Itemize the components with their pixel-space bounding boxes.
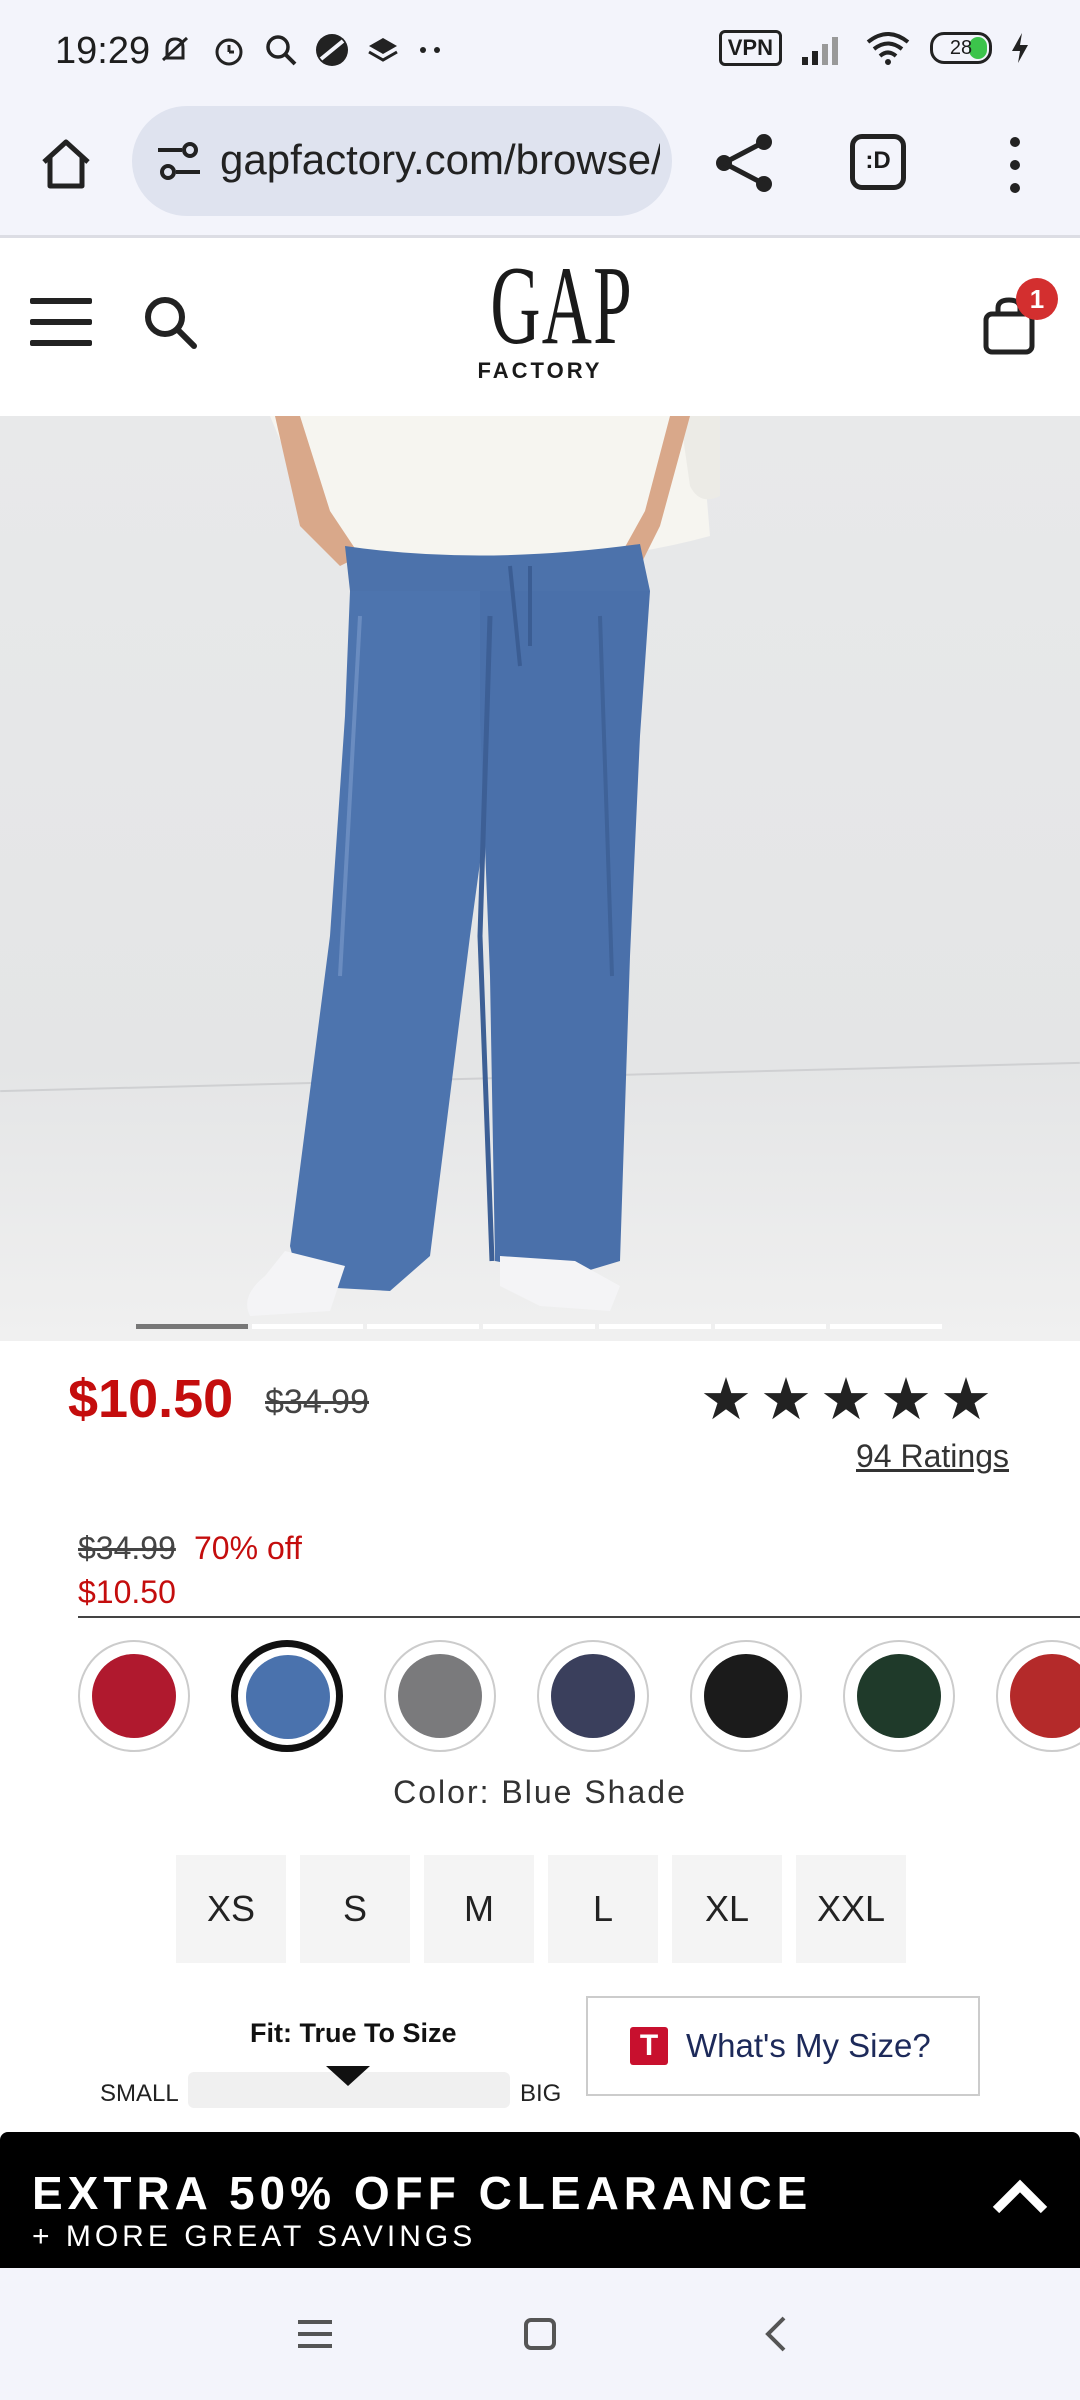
swatch-fill	[246, 1655, 330, 1739]
ratings-link[interactable]: 94 Ratings	[856, 1438, 1009, 1475]
color-swatch-red-buffalo-check[interactable]	[78, 1640, 190, 1752]
mute-bell-icon	[161, 36, 189, 62]
recent-apps-icon[interactable]	[290, 2312, 340, 2356]
vpn-indicator: VPN	[718, 30, 782, 66]
carousel-dot[interactable]	[714, 1324, 827, 1329]
swatch-fill	[857, 1654, 941, 1738]
search-icon[interactable]	[140, 292, 200, 352]
promo-title: EXTRA 50% OFF CLEARANCE	[32, 2167, 813, 2219]
status-system-icons: VPN 28	[718, 30, 1030, 66]
size-button-xxl[interactable]: XXL	[796, 1855, 906, 1963]
product-photo-pants	[247, 416, 720, 1316]
selected-color-label: Color: Blue Shade	[393, 1774, 687, 1810]
fit-small-label: SMALL	[100, 2080, 179, 2107]
discount-label: 70% off	[194, 1530, 302, 1566]
home-button[interactable]	[30, 128, 102, 200]
carousel-dot[interactable]	[136, 1324, 248, 1329]
carousel-dot[interactable]	[598, 1324, 711, 1329]
whats-my-size-button[interactable]: T What's My Size?	[586, 1996, 980, 2096]
color-swatch-red-plaid[interactable]	[996, 1640, 1080, 1752]
chevron-up-icon[interactable]	[990, 2176, 1050, 2216]
carousel-dot[interactable]	[251, 1324, 364, 1329]
site-settings-icon[interactable]	[156, 140, 202, 182]
carousel-dot[interactable]	[367, 1324, 480, 1329]
price-divider	[78, 1616, 1080, 1618]
status-notification-icons	[155, 30, 445, 70]
color-swatches	[78, 1640, 1080, 1752]
color-swatch-green-tartan[interactable]	[843, 1640, 955, 1752]
charging-icon	[1012, 33, 1028, 63]
more-dots-status-icon	[420, 47, 440, 53]
rating-stars[interactable]: ★★★★★	[700, 1365, 1000, 1433]
carousel-dot[interactable]	[830, 1324, 943, 1329]
home-icon	[42, 139, 90, 189]
size-button-m[interactable]: M	[424, 1855, 534, 1963]
swatch-fill	[551, 1654, 635, 1738]
browser-toolbar: gapfactory.com/browse/product :D	[0, 100, 1080, 238]
alarm-icon	[215, 38, 243, 66]
original-price: $34.99	[265, 1383, 369, 1421]
image-carousel-indicator[interactable]	[136, 1324, 943, 1329]
whats-my-size-label: What's My Size?	[686, 2027, 931, 2064]
swatch-fill	[398, 1654, 482, 1738]
size-button-s[interactable]: S	[300, 1855, 410, 1963]
color-swatch-black[interactable]	[690, 1640, 802, 1752]
fit-big-label: BIG	[520, 2080, 562, 2107]
layers-status-icon	[368, 38, 398, 62]
share-icon[interactable]	[710, 128, 780, 198]
signal-icon	[802, 37, 838, 65]
system-navigation-bar	[0, 2268, 1080, 2400]
promo-subtitle: + MORE GREAT SAVINGS	[32, 2220, 477, 2253]
product-image[interactable]	[0, 416, 1080, 1341]
color-swatch-navy-gingham[interactable]	[537, 1640, 649, 1752]
swatch-fill	[1010, 1654, 1080, 1738]
detail-sale-price: $10.50	[78, 1574, 176, 1610]
color-swatch-blue-shade[interactable]	[231, 1640, 343, 1752]
fit-scale-marker	[326, 2066, 370, 2086]
logo-main: GAP	[490, 244, 634, 368]
battery-icon: 28	[930, 32, 992, 64]
more-vert-icon[interactable]	[995, 130, 1035, 200]
size-button-l[interactable]: L	[548, 1855, 658, 1963]
status-bar: 19:29 VPN 28	[0, 0, 1080, 100]
size-button-xs[interactable]: XS	[176, 1855, 286, 1963]
size-selector: XS S M L XL XXL	[176, 1855, 906, 1963]
size-button-xl[interactable]: XL	[672, 1855, 782, 1963]
color-swatch-grey-windowpane[interactable]	[384, 1640, 496, 1752]
truefit-icon: T	[630, 2027, 668, 2065]
promo-banner[interactable]: EXTRA 50% OFF CLEARANCE + MORE GREAT SAV…	[0, 2132, 1080, 2268]
fit-title: Fit: True To Size	[250, 2018, 457, 2048]
cart-count-badge: 1	[1016, 278, 1058, 320]
status-time: 19:29	[55, 30, 151, 72]
tab-switcher-button[interactable]: :D	[850, 134, 906, 190]
gap-factory-logo[interactable]: GAP FACTORY	[460, 244, 634, 384]
carousel-dot[interactable]	[483, 1324, 595, 1329]
swatch-fill	[92, 1654, 176, 1738]
search-status-icon	[266, 35, 297, 66]
site-header: GAP FACTORY 1	[0, 240, 1080, 416]
app-status-icon	[316, 34, 348, 66]
detail-original-price: $34.99	[78, 1530, 176, 1566]
menu-icon[interactable]	[30, 298, 92, 346]
home-nav-icon[interactable]	[515, 2312, 565, 2356]
battery-level: 28	[949, 37, 973, 59]
wifi-icon	[866, 32, 910, 65]
back-icon[interactable]	[752, 2312, 802, 2356]
url-text: gapfactory.com/browse/product	[220, 136, 660, 183]
sale-price: $10.50	[68, 1369, 234, 1429]
address-bar[interactable]: gapfactory.com/browse/product	[132, 106, 672, 216]
swatch-fill	[704, 1654, 788, 1738]
